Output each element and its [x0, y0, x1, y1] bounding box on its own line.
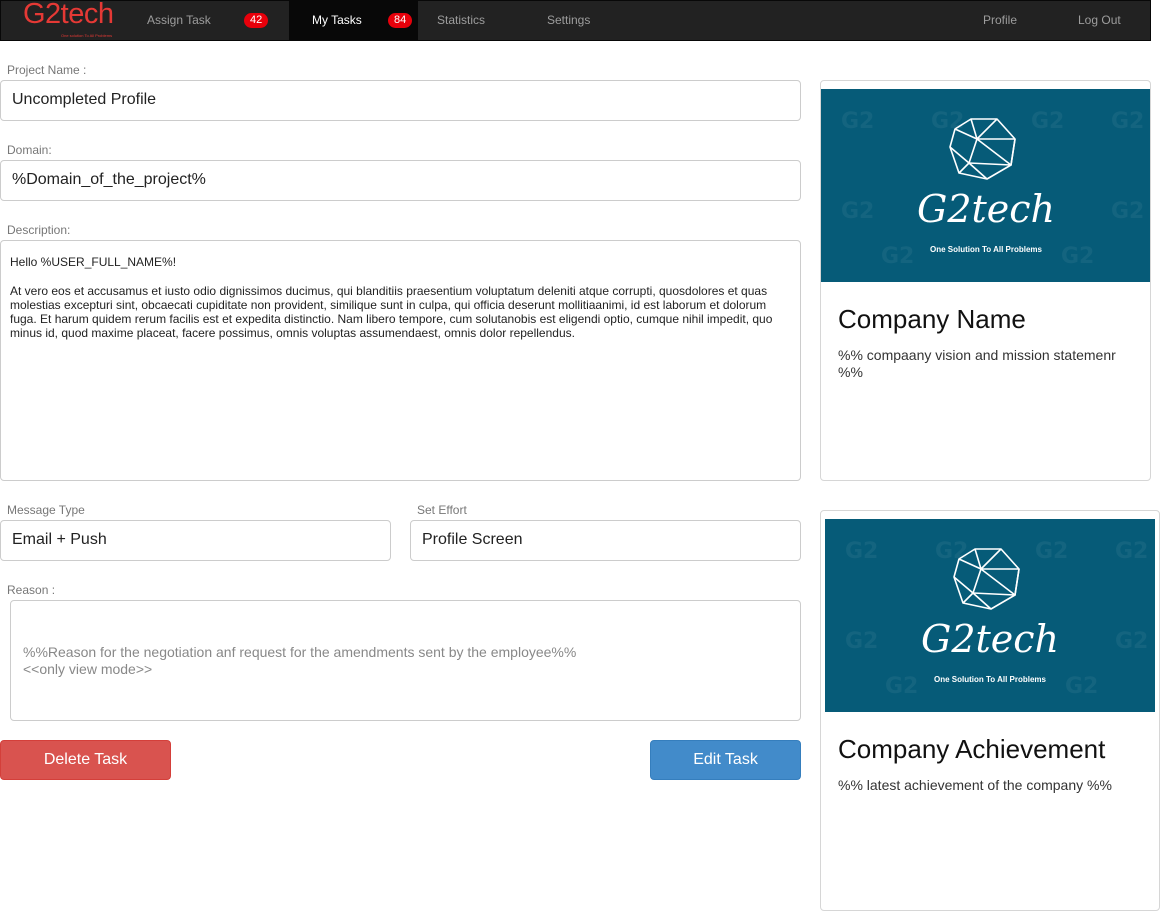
- reason-text-line2: <<only view mode>>: [23, 661, 153, 677]
- description-greeting: Hello %USER_FULL_NAME%!: [10, 255, 177, 269]
- set-effort-field[interactable]: Profile Screen: [410, 520, 801, 561]
- watermark-icon: G2: [845, 539, 879, 564]
- geodesic-logo-icon: [953, 548, 1020, 610]
- description-textarea[interactable]: Hello %USER_FULL_NAME%! At vero eos et a…: [0, 240, 801, 481]
- card-logo-name: G2tech: [920, 617, 1060, 661]
- watermark-icon: G2: [841, 109, 875, 134]
- nav-log-out-label: Log Out: [1078, 13, 1121, 27]
- project-name-label: Project Name :: [7, 63, 87, 77]
- card-description: %% compaany vision and mission statemenr…: [838, 347, 1116, 380]
- card-description: %% latest achievement of the company %%: [838, 777, 1112, 793]
- domain-label: Domain:: [7, 143, 52, 157]
- nav-statistics[interactable]: Statistics: [418, 1, 528, 41]
- project-name-field[interactable]: Uncompleted Profile: [0, 80, 801, 121]
- company-logo-image: G2 G2 G2 G2 G2 G2 G2 G2 G2tech One Solut…: [825, 519, 1155, 712]
- assign-task-count-badge: 42: [244, 13, 269, 28]
- nav-my-tasks[interactable]: My Tasks 84: [289, 1, 418, 41]
- reason-label: Reason :: [7, 583, 56, 597]
- domain-field[interactable]: %Domain_of_the_project%: [0, 160, 801, 201]
- watermark-icon: G2: [1031, 109, 1065, 134]
- nav-profile-label: Profile: [983, 13, 1018, 27]
- description-body: At vero eos et accusamus et iusto odio d…: [10, 284, 773, 340]
- watermark-icon: G2: [1115, 539, 1149, 564]
- nav-my-tasks-label: My Tasks: [312, 13, 362, 27]
- watermark-icon: G2: [1111, 109, 1145, 134]
- nav-log-out[interactable]: Log Out: [1059, 1, 1141, 41]
- my-tasks-count-badge: 84: [388, 13, 413, 28]
- company-achievement-card: G2 G2 G2 G2 G2 G2 G2 G2 G2tech One Solut…: [820, 510, 1160, 911]
- nav-assign-task[interactable]: Assign Task 42: [127, 1, 289, 41]
- nav-settings[interactable]: Settings: [528, 1, 618, 41]
- message-type-label: Message Type: [7, 503, 85, 517]
- message-type-select[interactable]: Email + Push: [0, 520, 391, 561]
- edit-task-button[interactable]: Edit Task: [650, 740, 801, 780]
- card-title: Company Achievement: [838, 734, 1106, 764]
- geodesic-logo-icon: [949, 118, 1016, 180]
- company-logo-image: G2 G2 G2 G2 G2 G2 G2 G2 G2tech One Solut…: [821, 89, 1150, 282]
- nav-profile[interactable]: Profile: [963, 1, 1041, 41]
- delete-task-button[interactable]: Delete Task: [0, 740, 171, 780]
- card-logo-name: G2tech: [916, 187, 1056, 231]
- nav-assign-task-label: Assign Task: [147, 13, 211, 27]
- brand-logo[interactable]: G2tech One solution To All Problems: [21, 0, 121, 41]
- nav-statistics-label: Statistics: [437, 13, 486, 27]
- description-label: Description:: [7, 223, 71, 237]
- watermark-icon: G2: [1035, 539, 1069, 564]
- card-title: Company Name: [838, 304, 1026, 334]
- brand-name: G2tech: [23, 0, 114, 30]
- set-effort-label: Set Effort: [417, 503, 467, 517]
- card-logo-tagline: One Solution To All Problems: [933, 675, 1046, 684]
- reason-text-line1: %%Reason for the negotiation anf request…: [23, 644, 577, 660]
- nav-settings-label: Settings: [547, 13, 591, 27]
- reason-textarea[interactable]: %%Reason for the negotiation anf request…: [10, 600, 801, 721]
- card-logo-tagline: One Solution To All Problems: [929, 245, 1042, 254]
- top-navbar: G2tech One solution To All Problems Assi…: [0, 0, 1151, 41]
- brand-tagline: One solution To All Problems: [61, 33, 113, 38]
- company-name-card: G2 G2 G2 G2 G2 G2 G2 G2 G2tech One Solut…: [820, 80, 1151, 481]
